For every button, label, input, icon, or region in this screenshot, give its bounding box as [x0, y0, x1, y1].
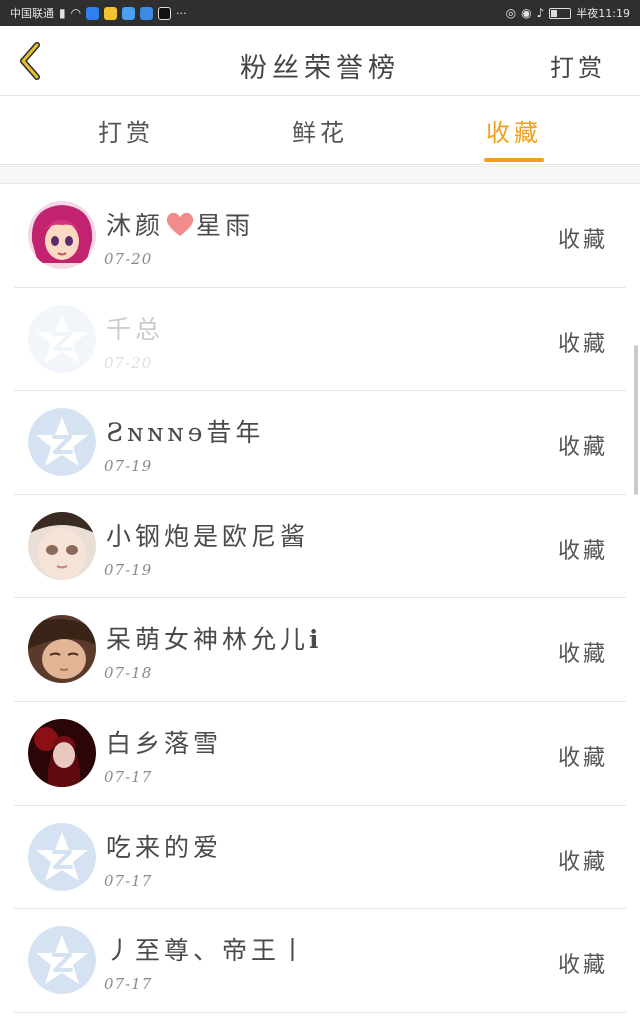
nfc-icon: ◎: [505, 6, 517, 20]
tab-flowers[interactable]: 鲜花: [292, 113, 348, 148]
fan-name: 丿至尊、帝王丨: [106, 936, 310, 966]
notification-app-icon: [86, 6, 100, 20]
action-label: 收藏: [557, 642, 608, 668]
status-right: ◎ ◉ ♪ 半夜11:19: [506, 5, 630, 21]
back-button[interactable]: [8, 38, 52, 84]
mute-icon: ♪: [536, 6, 545, 20]
fan-date: 07-17: [104, 871, 153, 890]
heart-icon: [166, 212, 194, 236]
fan-date: 07-18: [104, 664, 153, 683]
avatar[interactable]: [28, 408, 96, 477]
default-star-avatar-icon: [28, 926, 96, 995]
action-label: 收藏: [557, 228, 608, 253]
active-tab-indicator: [484, 158, 544, 162]
scrollbar[interactable]: [634, 345, 638, 495]
avatar[interactable]: [28, 615, 96, 684]
list-item[interactable]: 吃来的爱 07-17 收藏: [14, 806, 626, 910]
status-bar: 中国联通 ▮ ◠ ··· ◎ ◉ ♪ 半夜11:19: [0, 0, 640, 26]
fan-name: 吃来的爱: [106, 832, 223, 862]
avatar[interactable]: [28, 926, 96, 995]
action-label: 收藏: [557, 435, 608, 461]
list-item[interactable]: 呆萌女神林允儿ℹ 07-18 收藏: [14, 598, 626, 702]
list-item[interactable]: 白乡落雪 07-17 收藏: [14, 702, 626, 806]
fan-name: 呆萌女神林允儿ℹ: [106, 625, 323, 655]
fan-name: Ƨɴɴɴɘ昔年: [106, 418, 265, 448]
fan-name: 沐颜 星雨: [106, 211, 255, 240]
action-label: 收藏: [557, 331, 608, 357]
avatar[interactable]: [28, 304, 96, 373]
eye-icon: ◉: [521, 6, 532, 20]
avatar[interactable]: [28, 718, 96, 787]
nav-header: 粉丝荣誉榜 打赏: [0, 26, 640, 96]
fan-name: 千总: [106, 314, 165, 344]
notification-app-icon: [104, 6, 118, 20]
wifi-icon: ◠: [70, 6, 82, 20]
list-item[interactable]: 丿至尊、帝王丨 07-17 收藏: [14, 909, 626, 1013]
tab-favorites[interactable]: 收藏: [486, 113, 542, 148]
list-item[interactable]: Ƨɴɴɴɘ昔年 07-19 收藏: [14, 391, 626, 495]
status-left: 中国联通 ▮ ◠ ···: [10, 5, 187, 21]
default-star-avatar-icon: [28, 822, 96, 891]
fan-list: 沐颜 星雨 07-20 收藏 千总 07-20 收藏 Ƨɴɴɴɘ昔年 07-19 …: [0, 184, 640, 1013]
list-item[interactable]: 沐颜 星雨 07-20 收藏: [14, 184, 626, 288]
avatar[interactable]: [28, 201, 96, 269]
avatar[interactable]: [28, 511, 96, 580]
reward-button[interactable]: 打赏: [550, 48, 606, 83]
action-label: 收藏: [557, 953, 608, 979]
action-label: 收藏: [557, 538, 608, 564]
tab-bar: 打赏 鲜花 收藏: [0, 97, 640, 165]
fan-date: 07-20: [104, 353, 153, 372]
clock: 半夜11:19: [576, 7, 630, 20]
notification-app-icon: [122, 6, 136, 20]
fan-date: 07-20: [104, 250, 153, 268]
tab-reward[interactable]: 打赏: [98, 113, 154, 148]
action-label: 收藏: [557, 849, 608, 875]
more-notifications: ···: [176, 6, 187, 20]
page-title: 粉丝荣誉榜: [240, 53, 400, 84]
avatar[interactable]: [28, 822, 96, 891]
list-item[interactable]: 千总 07-20 收藏: [14, 288, 626, 392]
fan-name: 小钢炮是欧尼酱: [106, 521, 310, 551]
carrier-label: 中国联通: [10, 7, 54, 20]
fan-date: 07-17: [104, 767, 153, 786]
signal-icon: ▮: [59, 6, 66, 20]
notification-app-icon: [158, 6, 172, 20]
battery-icon: [549, 7, 572, 19]
fan-date: 07-19: [104, 457, 153, 476]
chevron-left-icon: [20, 42, 40, 80]
list-item[interactable]: 小钢炮是欧尼酱 07-19 收藏: [14, 495, 626, 599]
fan-date: 07-17: [104, 975, 153, 994]
fan-name: 白乡落雪: [106, 728, 223, 758]
fan-date: 07-19: [104, 560, 153, 579]
default-star-avatar-icon: [28, 304, 96, 373]
section-divider: [0, 166, 640, 184]
action-label: 收藏: [557, 745, 608, 771]
default-star-avatar-icon: [28, 408, 96, 477]
notification-app-icon: [140, 6, 154, 20]
